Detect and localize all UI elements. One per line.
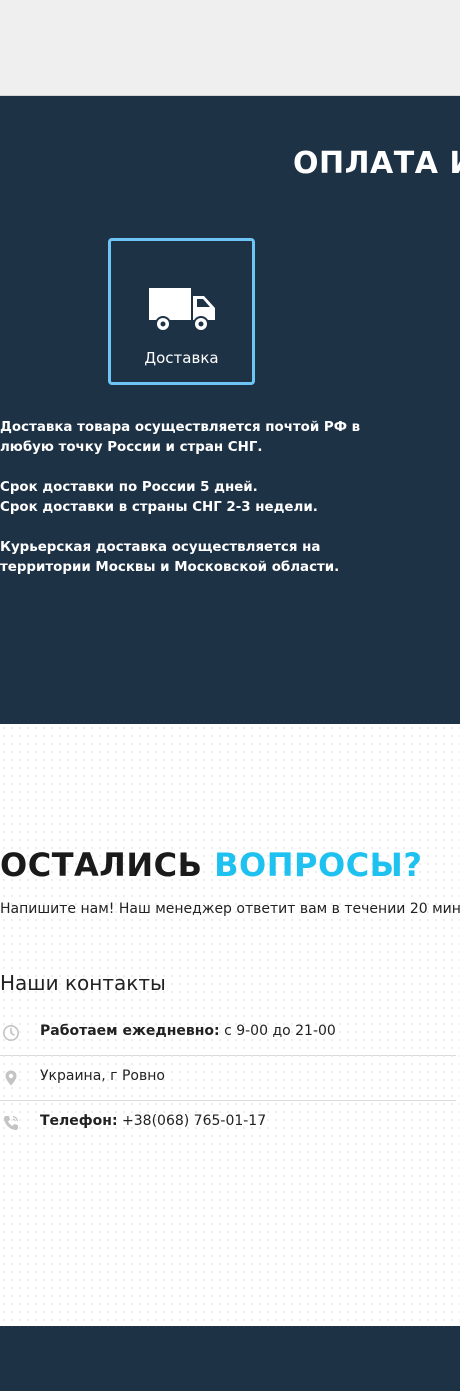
contact-phone-text: Телефон: +38(068) 765-01-17 [40, 1113, 266, 1129]
questions-title-part1: ОСТАЛИСЬ [0, 846, 203, 884]
text-line: территории Москвы и Московской области. [0, 560, 340, 575]
contact-address: Украина, г Ровно [0, 1056, 456, 1101]
delivery-description: Доставка товара осуществляется почтой РФ… [0, 418, 370, 598]
clock-icon [3, 1025, 19, 1041]
text-line: Срок доставки по России 5 дней. [0, 480, 258, 495]
paragraph: Курьерская доставка осуществляется на те… [0, 538, 370, 578]
questions-subtitle: Напишите нам! Наш менеджер ответит вам в… [0, 901, 460, 917]
contact-hours-text: Работаем ежедневно: с 9-00 до 21-00 [40, 1023, 336, 1039]
questions-section: ОСТАЛИСЬ ВОПРОСЫ? Напишите нам! Наш мене… [0, 724, 460, 1326]
questions-title-part2: ВОПРОСЫ? [214, 846, 423, 884]
delivery-tab-label: Доставка [144, 349, 219, 367]
contact-hours: Работаем ежедневно: с 9-00 до 21-00 [0, 1011, 456, 1056]
text-line: Доставка товара осуществляется почтой РФ… [0, 420, 361, 435]
contacts-title: Наши контакты [0, 971, 166, 995]
text-line: любую точку России и стран СНГ. [0, 440, 263, 455]
payment-delivery-section: ОПЛАТА И Доставка Доставка товара осущес… [0, 96, 460, 724]
phone-link[interactable]: +38(068) 765-01-17 [122, 1113, 266, 1129]
text-line: Срок доставки в страны СНГ 2-3 недели. [0, 500, 318, 515]
footer [0, 1326, 460, 1391]
contact-label: Телефон: [40, 1113, 118, 1129]
contact-label: Работаем ежедневно: [40, 1023, 220, 1039]
questions-title: ОСТАЛИСЬ ВОПРОСЫ? [0, 846, 422, 884]
location-pin-icon [5, 1070, 17, 1086]
top-strip [0, 0, 460, 96]
contact-phone: Телефон: +38(068) 765-01-17 [0, 1101, 456, 1145]
contact-value: Украина, г Ровно [40, 1068, 165, 1084]
paragraph: Срок доставки по России 5 дней. Срок дос… [0, 478, 370, 518]
contact-address-text: Украина, г Ровно [40, 1068, 165, 1084]
paragraph: Доставка товара осуществляется почтой РФ… [0, 418, 370, 458]
contact-value: с 9-00 до 21-00 [224, 1023, 336, 1039]
section-title: ОПЛАТА И [293, 146, 460, 181]
phone-icon [4, 1115, 19, 1130]
text-line: Курьерская доставка осуществляется на [0, 540, 321, 555]
delivery-tab[interactable]: Доставка [108, 238, 255, 385]
truck-icon [149, 288, 215, 332]
